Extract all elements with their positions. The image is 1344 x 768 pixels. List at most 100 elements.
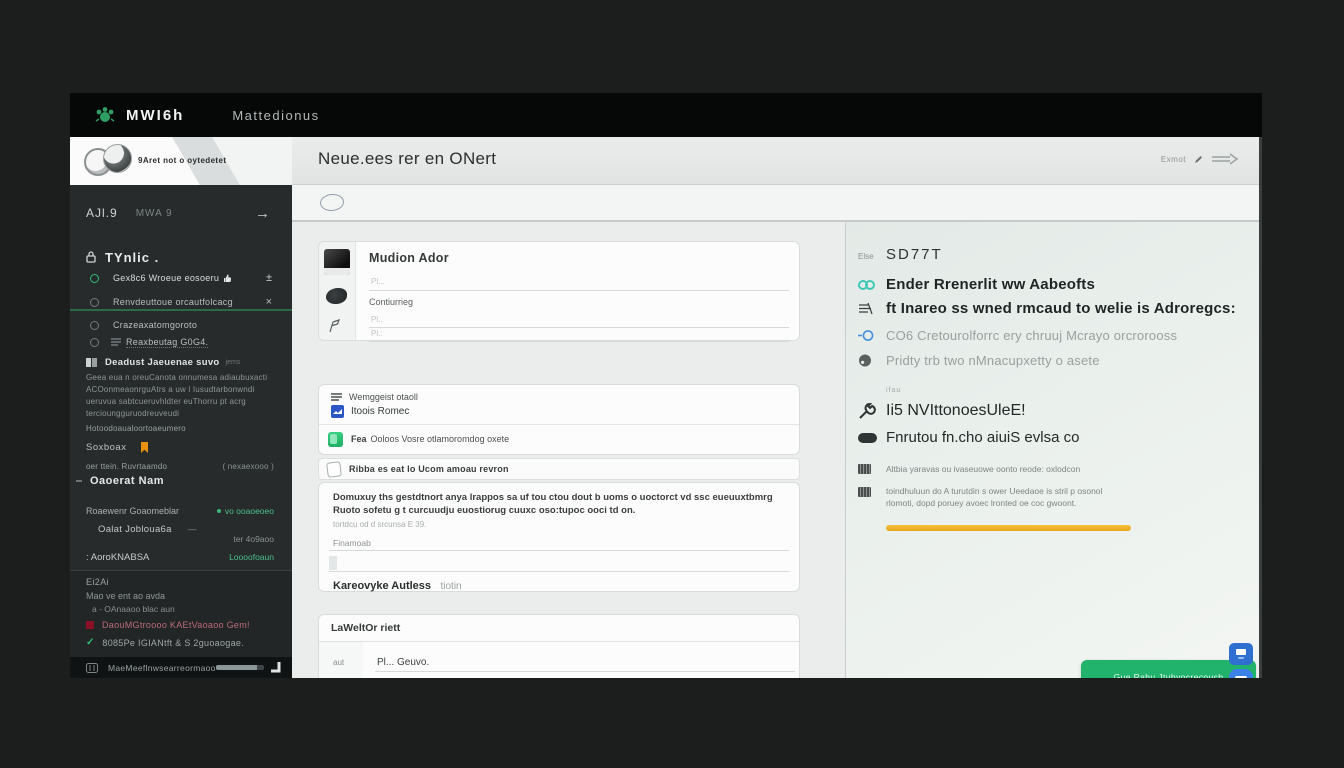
- account-row-value: Loooofoaun: [229, 552, 274, 562]
- tips-small-label: ifau: [886, 387, 901, 394]
- flag-icon[interactable]: [327, 318, 341, 338]
- rings-icon: [858, 278, 886, 292]
- meta-badge-row[interactable]: Soxboax: [70, 437, 292, 457]
- toggle-on-icon[interactable]: [328, 432, 343, 447]
- sidebar-section-title-row: TYnlic .: [70, 247, 292, 267]
- sidebar-status-bar[interactable]: MaeMeeflnwsearreormaoo: [70, 657, 292, 678]
- blue-doc-icon: [331, 405, 344, 418]
- grid-icon: [86, 663, 98, 673]
- card-title: LaWeltOr riett: [331, 622, 400, 634]
- blue-chat-icon[interactable]: [1229, 669, 1253, 678]
- workspace-value: MWA 9: [136, 208, 173, 219]
- tip-note-line: toindhuluun do A turutdin s ower Ueedaoe…: [886, 485, 1102, 497]
- blob-thumbnail[interactable]: [326, 288, 347, 304]
- field-underline[interactable]: [329, 535, 789, 551]
- sidebar-section-title: TYnlic .: [105, 250, 159, 265]
- blue-widget-icon[interactable]: [1229, 643, 1253, 665]
- account-row-label: Oalat Jobloua6a: [98, 524, 172, 535]
- alert-text: DaouMGtroooo KAEtVaoaoo Gem!: [102, 620, 250, 630]
- category-title: Kareovyke Autless: [333, 580, 431, 592]
- tip-text: Ender Rrenerlit ww Aabeofts: [886, 276, 1095, 293]
- status-dot-icon: [90, 274, 99, 283]
- media-card: Mudion Ador Contiurrieg: [318, 241, 800, 341]
- close-icon[interactable]: ×: [266, 296, 272, 308]
- caret-icon: [76, 480, 82, 482]
- photo-thumbnail[interactable]: [324, 249, 350, 275]
- export-group[interactable]: Exmot: [1161, 153, 1240, 165]
- arrow-right-icon[interactable]: →: [255, 205, 270, 222]
- category-subtitle: tiotin: [441, 581, 462, 592]
- workspace-label: AJl.9: [86, 206, 118, 220]
- tip-text: CO6 Cretourolforrc ery chruuj Mcrayo orc…: [886, 328, 1177, 343]
- detail-input[interactable]: [375, 653, 795, 672]
- export-label[interactable]: Exmot: [1161, 155, 1186, 164]
- divider: [319, 641, 799, 642]
- toggle-row[interactable]: Fea Ooloos Vosre otlamoromdog oxete: [319, 424, 799, 453]
- account-row: : AoroKNABSA Loooofoaun: [70, 547, 292, 567]
- form-column: Mudion Ador Contiurrieg Wemggeist otaoll…: [292, 222, 845, 678]
- top-app-bar: MWI6h Mattedionus: [70, 93, 1262, 137]
- tertiary-input[interactable]: [369, 326, 789, 342]
- media-rail: [319, 242, 356, 340]
- tip-note: Altbia yaravas ou ivaseuowe oonto reode:…: [886, 463, 1080, 475]
- user-header[interactable]: 9Aret not o oytedetet: [70, 137, 292, 185]
- scribble-icon: [858, 302, 886, 315]
- tip-note: toindhuluun do A turutdin s ower Ueedaoe…: [886, 485, 1102, 509]
- info-line: ACOonmeaonrguAtrs a uw l Iusudtarbonwndi: [86, 384, 278, 396]
- account-row: Roaewenr Goaomeblar vo ooaoeoeo: [70, 501, 292, 521]
- workspace-switcher[interactable]: AJl.9 MWA 9 →: [70, 203, 292, 223]
- status-bar-label: MaeMeeflnwsearreormaoo: [108, 663, 216, 673]
- account-row-value: vo ooaoeoeo: [225, 506, 274, 516]
- image-icon: [86, 358, 97, 367]
- tip-text: Ii5 NVIttonoesUleE!: [886, 402, 1026, 420]
- list-icon: [111, 338, 121, 346]
- meta-row-value: ( nexaexooo ): [222, 461, 274, 473]
- category-footer: Kareovyke Autless tiotin: [333, 576, 462, 594]
- checkbox-row[interactable]: Ribba es eat lo Ucom amoau revron: [318, 458, 800, 480]
- sidebar-item-4[interactable]: Reaxbeutag G0G4.: [70, 332, 292, 352]
- user-name: 9Aret not o oytedetet: [138, 156, 226, 165]
- option-line: Itoois Romec: [351, 406, 409, 417]
- sidebar-info-block: Deadust Jaeuenae suvo jems Geea eua n or…: [86, 357, 278, 420]
- topbar-menu-item[interactable]: Mattedionus: [232, 108, 319, 123]
- sidebar-item-action[interactable]: ±: [266, 272, 272, 284]
- footer-line: Ei2Ai: [86, 577, 109, 587]
- status-dot-icon: [90, 338, 99, 347]
- card-title: Mudion Ador: [369, 251, 449, 265]
- scrollbar[interactable]: [1259, 137, 1262, 678]
- meta-row: oer ttein. Ruvrtaamdo ( nexaexooo ): [70, 457, 292, 477]
- extra-input[interactable]: [329, 555, 789, 572]
- footer-line: Mao ve ent ao avda: [86, 591, 165, 601]
- status-dot-icon: [90, 298, 99, 307]
- brand-name: MWI6h: [126, 107, 184, 124]
- green-dot-icon: [217, 509, 221, 513]
- info-suffix: jems: [226, 359, 241, 366]
- meta-line: Hotoodoaualoortoaeumero: [86, 423, 186, 435]
- sidebar-item-label: Renvdeuttoue orcautfolcacg: [113, 297, 233, 307]
- tips-panel: Else SD77T Ender Rrenerlit ww Aabeofts f…: [845, 222, 1262, 678]
- account-row-label: Roaewenr Goaomeblar: [86, 506, 179, 516]
- double-arrow-icon[interactable]: [1210, 153, 1240, 165]
- badge-label: Soxboax: [86, 442, 126, 453]
- page-header: Neue.ees rer en ONert Exmot: [292, 137, 1262, 185]
- checkbox-empty-icon[interactable]: [326, 461, 342, 478]
- sidebar: 9Aret not o oytedetet AJl.9 MWA 9 → TYnl…: [70, 137, 292, 678]
- title-input[interactable]: [369, 272, 789, 291]
- progress-bar: [216, 665, 264, 670]
- check-icon: ✓: [86, 637, 94, 648]
- option-line: Wemggeist otaoll: [349, 392, 418, 402]
- status-dot-icon: [90, 321, 99, 330]
- sidebar-item-label: Gex8c6 Wroeue eosoeru: [113, 273, 219, 283]
- tip-text: Pridty trb two nMnacupxetty o asete: [886, 353, 1100, 368]
- submit-button-label: Gue Rahu Jtubyocrecoucb: [1114, 672, 1224, 678]
- bars-icon: [331, 393, 342, 401]
- alert-icon: [86, 621, 94, 629]
- lock-icon: [86, 251, 96, 263]
- sidebar-item-1[interactable]: Gex8c6 Wroeue eosoeru ±: [70, 268, 292, 288]
- dark-circle-icon: [858, 354, 886, 367]
- thumb-up-icon: [223, 274, 232, 283]
- corner-handle-icon[interactable]: [270, 661, 282, 674]
- description-line: Ruoto sofetu g t curcuudju euostiorug cu…: [333, 504, 789, 517]
- tip-note-line: rlomoti, dopd poruey avoec lronted oe co…: [886, 497, 1102, 509]
- success-row: ✓ 8085Pe IGIANtft & S 2guoaogae.: [86, 637, 244, 648]
